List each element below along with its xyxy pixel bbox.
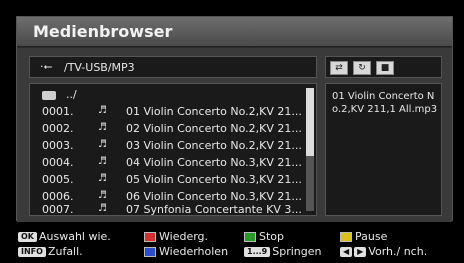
shuffle-icon[interactable]: ⇄ (330, 61, 348, 75)
parent-folder-label: ../ (66, 88, 77, 101)
pause-label: Pause (355, 230, 388, 243)
nav-label: Vorh./ nch. (368, 245, 428, 258)
wiederg-hint: Wiederg. (144, 230, 208, 243)
parent-folder-item[interactable]: ../ (42, 88, 77, 104)
ok-hint: OK Auswahl wie. (18, 230, 111, 243)
stop-label: Stop (259, 230, 285, 243)
selected-file-name: 01 Violin Concerto No.2,KV 211,1 All.mp3 (332, 91, 438, 115)
stop-hint: Stop (244, 230, 284, 243)
list-item[interactable]: 0003. ♬ 03 Violin Concerto No.2,KV 21... (42, 139, 312, 155)
list-item[interactable]: 0001. ♬ 01 Violin Concerto No.2,KV 21... (42, 105, 312, 121)
numeric-keys-icon: 1...9 (244, 247, 271, 257)
path-text: /TV-USB/MP3 (64, 61, 135, 74)
title-bar: Medienbrowser (17, 17, 452, 47)
info-hint-label: Zufall. (47, 245, 83, 258)
list-item[interactable]: 0007. ♬ 07 Synfonia Concertante KV 3... (42, 203, 312, 219)
item-number: 0003. (42, 139, 74, 152)
music-note-icon: ♬ (98, 122, 107, 133)
yellow-button-icon (340, 232, 352, 242)
pause-hint: Pause (340, 230, 387, 243)
right-arrow-key-icon: ▶ (354, 247, 367, 257)
left-arrow-key-icon: ◀ (340, 247, 353, 257)
springen-hint: 1...9 Springen (244, 245, 322, 258)
list-item[interactable]: 0004. ♬ 04 Violin Concerto No.3,KV 21... (42, 156, 312, 172)
music-note-icon: ♬ (98, 105, 107, 116)
wiederg-label: Wiederg. (159, 230, 209, 243)
window-title: Medienbrowser (33, 22, 173, 41)
scrollbar[interactable] (306, 88, 314, 211)
repeat-icon[interactable]: ↻ (353, 61, 371, 75)
ok-key: OK (18, 232, 37, 242)
stop-icon[interactable]: ■ (376, 61, 394, 75)
item-number: 0001. (42, 105, 74, 118)
wiederholen-label: Wiederholen (159, 245, 229, 258)
item-name: 07 Synfonia Concertante KV 3... (126, 203, 302, 216)
item-number: 0006. (42, 190, 74, 203)
browser-body: ·⭠ /TV-USB/MP3 ⇄ ↻ ■ ../ 0001. ♬ 01 Viol… (17, 48, 452, 222)
info-hint: INFO Zufall. (18, 245, 83, 258)
list-item[interactable]: 0005. ♬ 05 Violin Concerto No.3,KV 21... (42, 173, 312, 189)
item-name: 04 Violin Concerto No.3,KV 21... (126, 156, 302, 169)
item-number: 0004. (42, 156, 74, 169)
folder-icon (42, 90, 56, 100)
file-info-panel: 01 Violin Concerto No.2,KV 211,1 All.mp3 (325, 83, 442, 216)
footer-help-bar: OK Auswahl wie. INFO Zufall. Wiederg. Wied… (0, 228, 464, 263)
item-name: 02 Violin Concerto No.2,KV 21... (126, 122, 302, 135)
item-name: 01 Violin Concerto No.2,KV 21... (126, 105, 302, 118)
music-note-icon: ♬ (98, 156, 107, 167)
item-number: 0002. (42, 122, 74, 135)
ok-hint-label: Auswahl wie. (39, 230, 111, 243)
music-note-icon: ♬ (98, 190, 107, 201)
usb-icon: ·⭠ (40, 60, 53, 73)
file-list: ../ 0001. ♬ 01 Violin Concerto No.2,KV 2… (29, 83, 317, 216)
item-name: 06 Violin Concerto No.3,KV 21... (126, 190, 302, 203)
music-note-icon: ♬ (98, 203, 107, 214)
green-button-icon (244, 232, 256, 242)
item-name: 05 Violin Concerto No.3,KV 21... (126, 173, 302, 186)
scrollbar-thumb[interactable] (306, 88, 314, 156)
media-browser-panel: Medienbrowser ·⭠ /TV-USB/MP3 ⇄ ↻ ■ ../ 0… (16, 16, 453, 222)
item-number: 0005. (42, 173, 74, 186)
path-bar: ·⭠ /TV-USB/MP3 (29, 56, 317, 78)
item-name: 03 Violin Concerto No.2,KV 21... (126, 139, 302, 152)
playback-mode-bar: ⇄ ↻ ■ (325, 56, 442, 78)
blue-button-icon (144, 247, 156, 257)
music-note-icon: ♬ (98, 173, 107, 184)
springen-label: Springen (272, 245, 322, 258)
red-button-icon (144, 232, 156, 242)
info-key: INFO (18, 247, 46, 257)
nav-hint: ◀ ▶ Vorh./ nch. (340, 245, 427, 258)
item-number: 0007. (42, 203, 74, 216)
wiederholen-hint: Wiederholen (144, 245, 228, 258)
music-note-icon: ♬ (98, 139, 107, 150)
list-item[interactable]: 0002. ♬ 02 Violin Concerto No.2,KV 21... (42, 122, 312, 138)
